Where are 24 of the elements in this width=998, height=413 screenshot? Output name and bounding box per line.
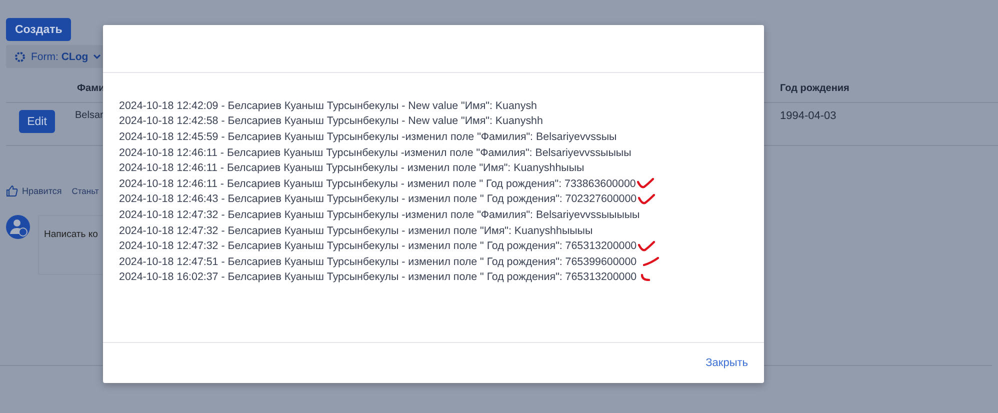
- log-entry: 2024-10-18 12:45:59 - Белсариев Куаныш Турсынбекулы -изменил поле "Фамилия": Belsariyevvssыы: [119, 130, 617, 143]
- check-mark-icon: [638, 240, 655, 252]
- like-link[interactable]: Нравится: [22, 186, 62, 196]
- log-entry: 2024-10-18 12:42:09 - Белсариев Куаныш Турсынбекулы - New value "Имя": Kuanysh: [119, 100, 537, 112]
- column-header: Год рождения: [780, 83, 850, 94]
- close-button[interactable]: Закрыть: [706, 357, 748, 369]
- pen-stroke-icon: [642, 257, 659, 266]
- log-entry: 2024-10-18 12:46:11 - Белсариев Куаныш Турсынбекулы - изменил поле " Год рождения": 733863600000: [119, 178, 636, 190]
- gear-icon: [14, 50, 26, 62]
- caret-icon: [93, 54, 102, 60]
- become-link[interactable]: Станьт: [72, 186, 99, 196]
- thumbs-up-icon: [6, 185, 18, 197]
- create-button[interactable]: Создать: [6, 18, 72, 41]
- check-mark-icon: [638, 194, 655, 205]
- log-entry: 2024-10-18 12:42:58 - Белсариев Куаныш Турсынбекулы - New value "Имя": Kuanyshh: [119, 115, 543, 128]
- edit-button[interactable]: Edit: [19, 110, 55, 133]
- log-entry: 2024-10-18 12:46:11 - Белсариев Куаныш Турсынбекулы -изменил поле "Фамилия": Belsariyevvssыыыы: [119, 146, 632, 159]
- table-cell-text: 1994-04-03: [780, 110, 838, 122]
- check-mark-icon: [636, 178, 654, 190]
- table-cell: Belsar: [75, 110, 104, 121]
- log-entry: 2024-10-18 12:46:43 - Белсариев Куаныш Турсынбекулы - изменил поле " Год рождения": 702327600000: [119, 193, 637, 206]
- user-avatar-icon: [6, 215, 30, 239]
- log-entry: 2024-10-18 12:46:11 - Белсариев Куаныш Турсынбекулы - изменил поле "Имя": Kuanyshhыыы: [119, 162, 584, 174]
- pen-stroke-icon: [640, 274, 650, 281]
